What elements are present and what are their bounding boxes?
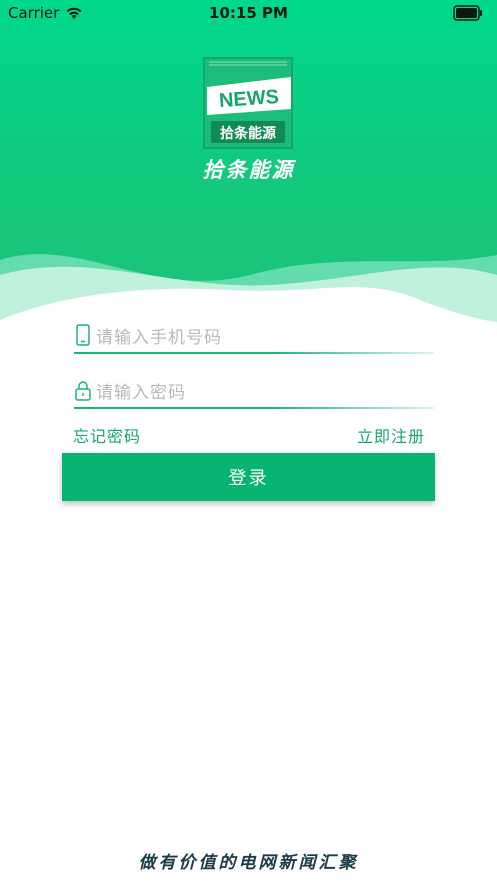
logo-badge-text: NEWS — [218, 86, 279, 112]
password-field[interactable]: 请输入密码 — [74, 373, 434, 409]
app-name: 拾条能源 — [202, 158, 295, 182]
status-bar: Carrier 10:15 PM — [0, 0, 497, 26]
phone-field-underline — [74, 352, 434, 354]
phone-field[interactable]: 请输入手机号码 — [74, 318, 434, 354]
news-logo: NEWS 拾条能源 — [203, 57, 293, 149]
logo-badge-subtitle: 拾条能源 — [220, 125, 276, 142]
battery-icon — [453, 5, 482, 21]
phone-icon — [76, 324, 90, 346]
slogan: 做有价值的电网新闻汇聚 — [138, 853, 359, 873]
login-screen: Carrier 10:15 PM NEWS 拾条能源 拾条能源 请输入手机号码 … — [0, 0, 497, 883]
login-button[interactable]: 登录 — [62, 453, 435, 501]
status-time: 10:15 PM — [209, 4, 288, 22]
password-input-placeholder[interactable]: 请输入密码 — [96, 378, 186, 403]
phone-input-placeholder[interactable]: 请输入手机号码 — [96, 323, 222, 348]
register-link[interactable]: 立即注册 — [357, 423, 425, 447]
password-field-underline — [74, 407, 434, 409]
lock-icon — [75, 381, 91, 401]
forgot-password-link[interactable]: 忘记密码 — [73, 423, 141, 447]
